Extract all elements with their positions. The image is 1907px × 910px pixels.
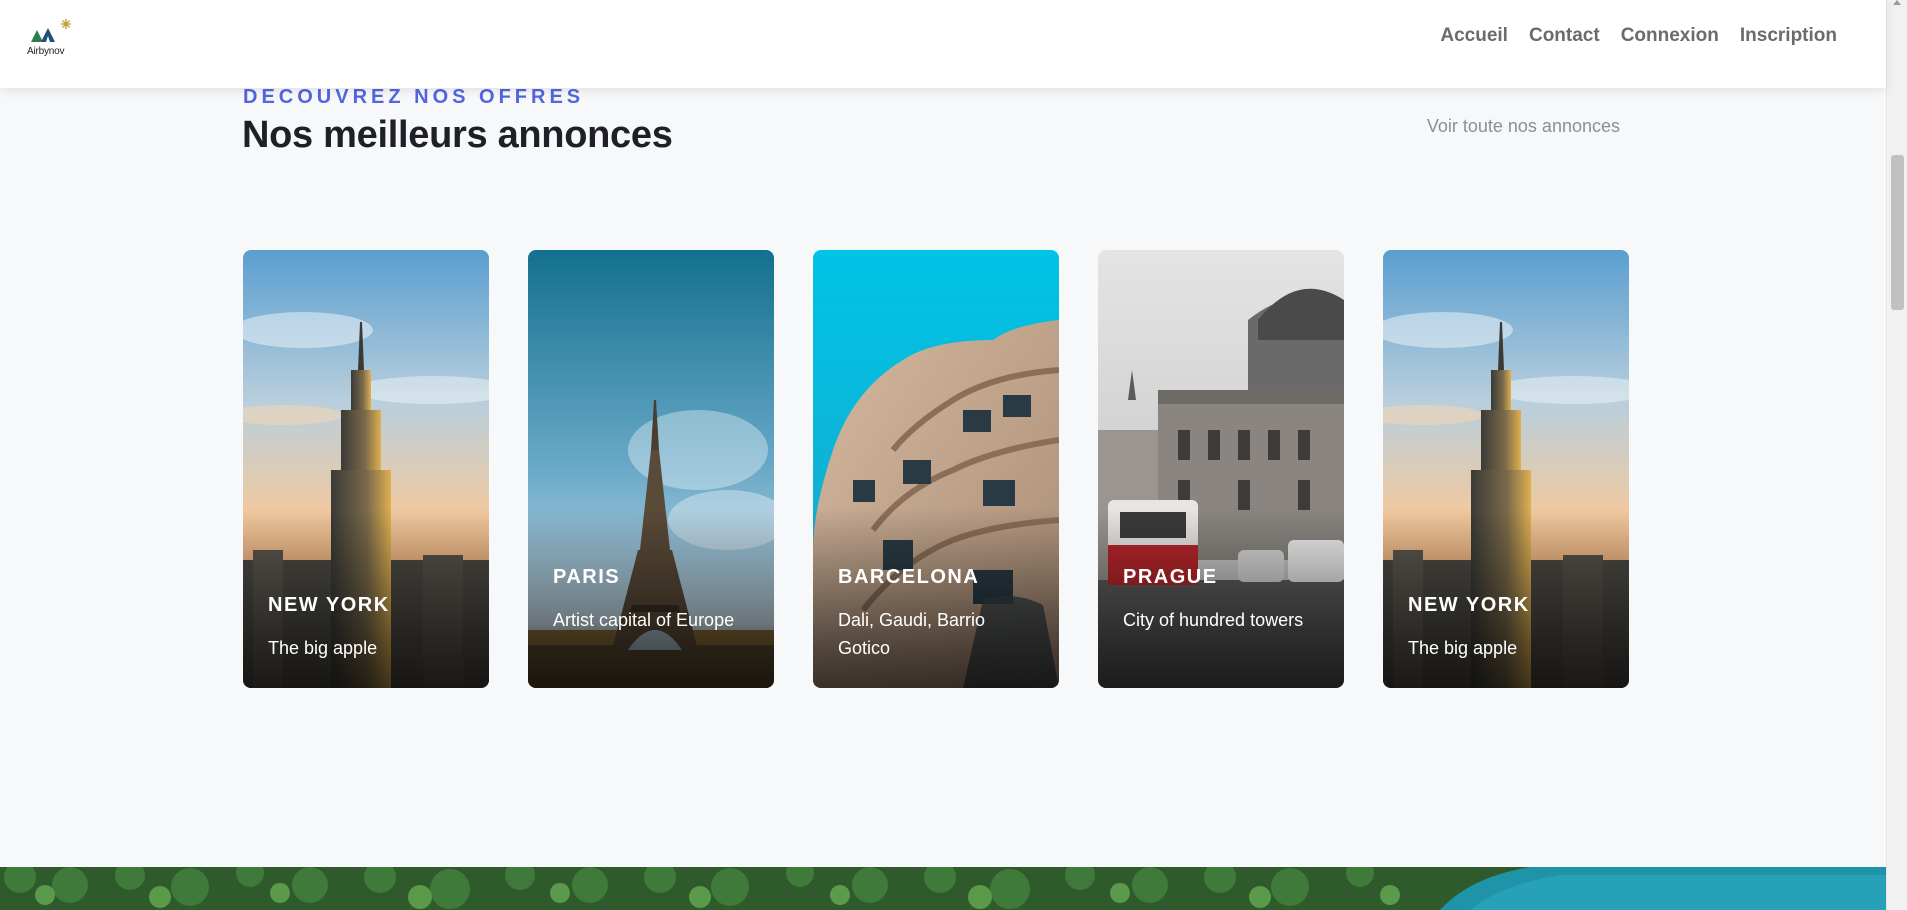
offer-card-new-york[interactable]: NEW YORK The big apple bbox=[243, 250, 489, 688]
offers-carousel: NEW YORK The big apple PARIS Artist capi… bbox=[243, 250, 1629, 688]
card-description: The big apple bbox=[1408, 638, 1518, 658]
card-description: Dali, Gaudi, Barrio Gotico bbox=[838, 610, 986, 658]
scrollbar-thumb[interactable] bbox=[1891, 155, 1904, 310]
nav-connexion[interactable]: Connexion bbox=[1621, 25, 1719, 47]
top-navbar: Airbynov Accueil Contact Connexion Inscr… bbox=[0, 0, 1886, 88]
main-nav: Accueil Contact Connexion Inscription bbox=[1440, 25, 1837, 47]
card-city: NEW YORK bbox=[1408, 594, 1530, 616]
forest-lake-banner bbox=[0, 867, 1886, 910]
card-city: PARIS bbox=[553, 566, 621, 588]
see-all-link[interactable]: Voir toute nos annonces bbox=[1427, 116, 1620, 137]
nav-inscription[interactable]: Inscription bbox=[1740, 25, 1837, 47]
logo-text: Airbynov bbox=[27, 46, 65, 57]
page-scrollbar[interactable] bbox=[1886, 0, 1907, 910]
scroll-up-arrow-icon[interactable] bbox=[1893, 0, 1901, 5]
nav-contact[interactable]: Contact bbox=[1529, 25, 1600, 47]
card-description: City of hundred towers bbox=[1123, 610, 1304, 630]
section-eyebrow: DÉCOUVREZ NOS OFFRES bbox=[243, 86, 585, 108]
card-city: PRAGUE bbox=[1123, 566, 1218, 588]
offer-card-prague[interactable]: PRAGUE City of hundred towers bbox=[1098, 250, 1344, 688]
offer-card-barcelona[interactable]: BARCELONA Dali, Gaudi, Barrio Gotico bbox=[813, 250, 1059, 688]
card-description: The big apple bbox=[268, 638, 378, 658]
nav-accueil[interactable]: Accueil bbox=[1440, 25, 1508, 47]
offer-card-new-york-2[interactable]: NEW YORK The big apple bbox=[1383, 250, 1629, 688]
offer-card-paris[interactable]: PARIS Artist capital of Europe bbox=[528, 250, 774, 688]
card-city: BARCELONA bbox=[838, 566, 980, 588]
card-city: NEW YORK bbox=[268, 594, 390, 616]
section-title: Nos meilleurs annonces bbox=[242, 114, 673, 156]
forest-photo bbox=[0, 867, 1886, 910]
card-description: Artist capital of Europe bbox=[553, 610, 735, 630]
